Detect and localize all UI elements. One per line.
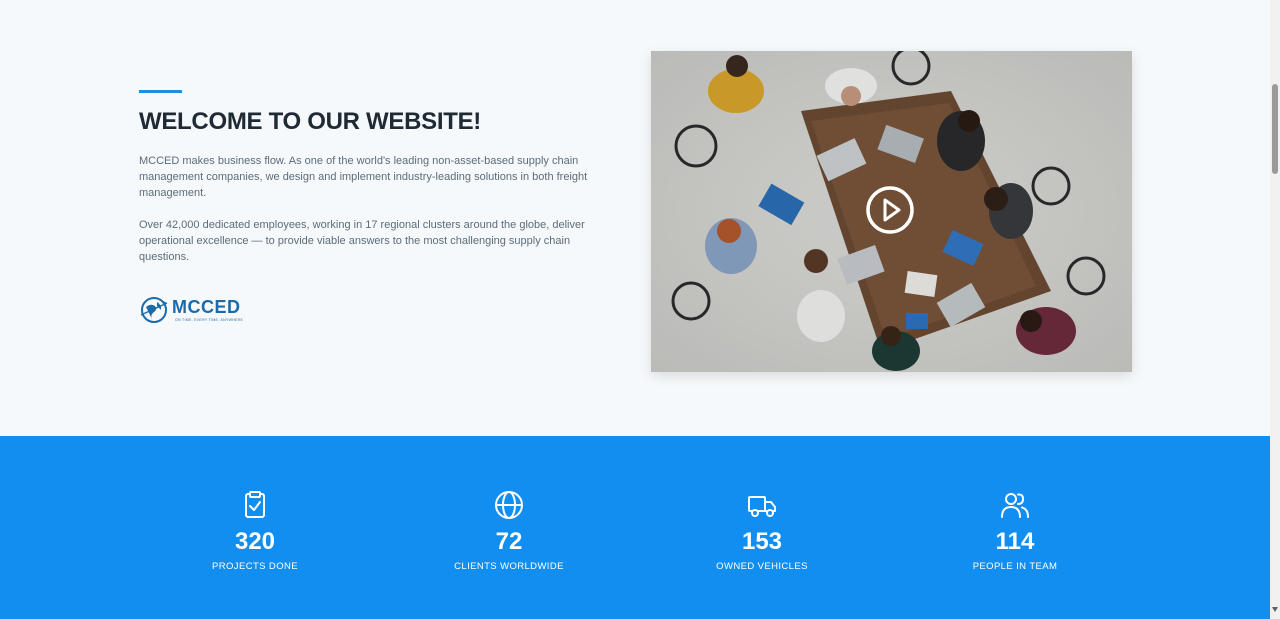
users-icon [1001,493,1029,518]
logo-tagline: ON TIME, EVERY TIME, ANYWHERE [175,318,244,322]
title-accent-line [139,90,182,93]
page-scrollbar[interactable] [1270,0,1280,619]
intro-paragraph: MCCED makes business flow. As one of the… [139,155,588,199]
stat-clients-worldwide: 72 CLIENTS WORLDWIDE [389,489,629,572]
stat-label: PEOPLE IN TEAM [972,561,1058,572]
employees-paragraph: Over 42,000 dedicated employees, working… [139,219,585,263]
stat-label: OWNED VEHICLES [716,561,808,572]
video-thumbnail[interactable] [651,51,1132,372]
stat-owned-vehicles: 153 OWNED VEHICLES [642,489,882,572]
scroll-down-arrow-icon[interactable] [1272,607,1278,612]
logo-wordmark: MCCED [172,297,241,317]
globe-icon [495,491,523,519]
stat-value: 320 [234,528,276,555]
page-title: WELCOME TO OUR WEBSITE! [139,108,481,135]
stat-value: 72 [495,528,523,555]
stats-section: 320 PROJECTS DONE 72 CLIENTS WORLDWIDE 1… [0,436,1270,619]
stat-label: PROJECTS DONE [212,561,298,572]
stat-people-in-team: 114 PEOPLE IN TEAM [895,489,1135,572]
play-circle-icon[interactable] [865,185,915,235]
stat-label: CLIENTS WORLDWIDE [454,561,564,572]
stat-projects-done: 320 PROJECTS DONE [135,489,375,572]
truck-icon [748,496,776,517]
globe-logo-icon [140,297,168,323]
about-section: WELCOME TO OUR WEBSITE! MCCED makes busi… [0,0,1270,436]
clipboard-check-icon [245,491,265,518]
scrollbar-thumb[interactable] [1272,84,1278,174]
stat-value: 153 [741,528,783,555]
stat-value: 114 [995,528,1035,555]
company-logo: MCCED ON TIME, EVERY TIME, ANYWHERE [139,295,249,325]
